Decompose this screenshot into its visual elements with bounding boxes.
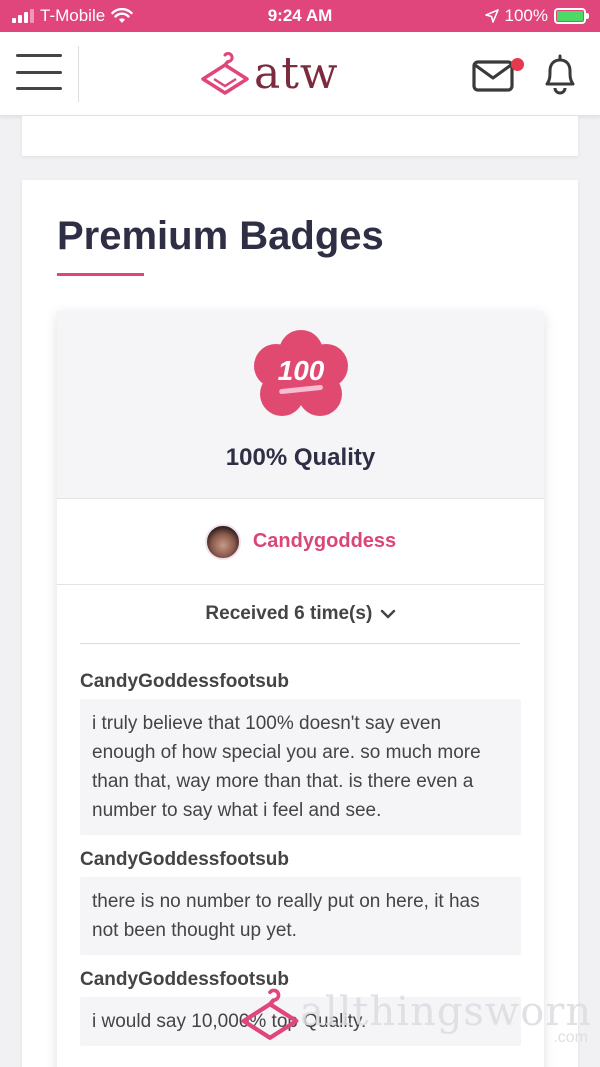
status-bar: T-Mobile 9:24 AM 100%: [0, 0, 600, 32]
comment-item: CandyGoddessfootsub i truly believe that…: [80, 671, 521, 835]
comment-text: there is no number to really put on here…: [80, 877, 521, 955]
notifications-button[interactable]: [540, 52, 580, 96]
comment-item: CandyGoddessfootsub there is no number t…: [80, 849, 521, 955]
received-count-toggle[interactable]: Received 6 time(s): [57, 603, 544, 625]
avatar[interactable]: [204, 523, 241, 560]
status-right: 100%: [484, 6, 589, 26]
logo-text: atw: [254, 48, 339, 99]
comment-author[interactable]: CandyGoddessfootsub: [80, 849, 521, 871]
header-divider: [78, 46, 79, 102]
received-section: Received 6 time(s): [57, 585, 544, 644]
section-title: Premium Badges: [57, 214, 384, 258]
hanger-logo-icon: [201, 52, 249, 95]
badge-header: 100 100% Quality: [57, 311, 544, 499]
watermark-suffix: .com: [553, 1029, 588, 1046]
battery-icon: [554, 8, 589, 24]
comment-text: i truly believe that 100% doesn't say ev…: [80, 699, 521, 835]
bell-icon: [545, 54, 575, 95]
site-watermark: allthingsworn .com: [240, 985, 600, 1055]
unread-indicator: [511, 58, 524, 71]
title-underline: [57, 273, 144, 276]
comment-author[interactable]: CandyGoddessfootsub: [80, 671, 521, 693]
badge-name: 100% Quality: [225, 444, 376, 471]
messages-button[interactable]: [470, 54, 524, 94]
app-header: atw: [0, 32, 600, 116]
previous-section-card: [22, 116, 578, 156]
menu-icon[interactable]: [16, 54, 62, 90]
site-logo[interactable]: atw: [200, 48, 339, 100]
location-arrow-icon: [484, 9, 499, 23]
badge-giver[interactable]: Candygoddess: [57, 499, 544, 585]
battery-percent: 100%: [504, 6, 548, 25]
watermark-text: allthingsworn: [300, 989, 593, 1035]
hanger-watermark-icon: [241, 988, 299, 1040]
giver-username-link[interactable]: Candygoddess: [253, 530, 396, 553]
hundred-badge-icon: 100: [254, 330, 348, 416]
mail-icon: [472, 60, 514, 92]
badge-icon-text: 100: [278, 355, 325, 386]
received-count-label: Received 6 time(s): [205, 603, 373, 624]
chevron-down-icon: [380, 609, 395, 619]
premium-badges-section: Premium Badges 100 100% Quality Candygod…: [22, 180, 578, 1067]
received-divider: [80, 643, 520, 644]
badge-card: 100 100% Quality Candygoddess Received 6…: [57, 311, 544, 1067]
